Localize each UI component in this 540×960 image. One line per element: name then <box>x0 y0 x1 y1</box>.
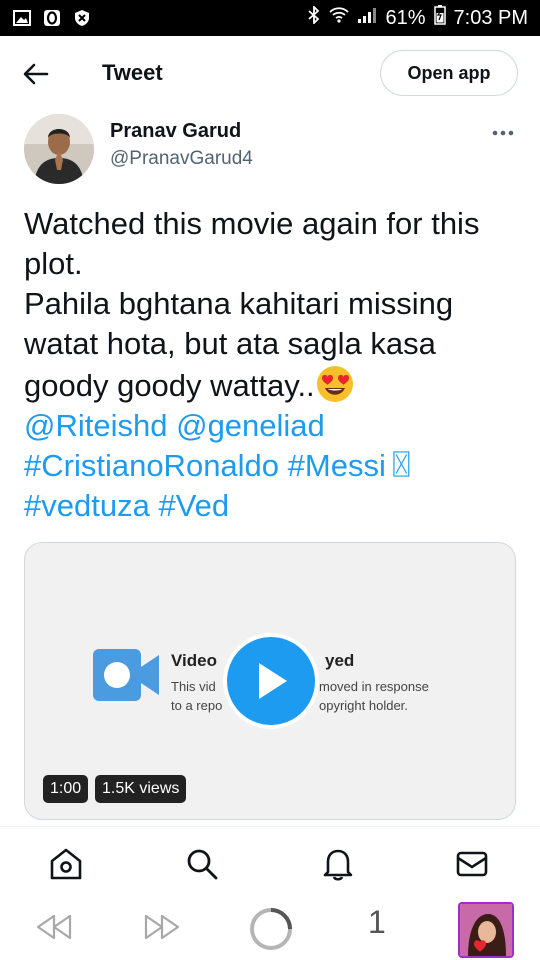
hashtag-cristianoronaldo-link[interactable]: #CristianoRonaldo <box>24 448 279 483</box>
unavailable-line1-b: moved in response <box>319 679 429 694</box>
play-button[interactable] <box>223 633 319 729</box>
tweet-text: Watched this movie again for this plot. … <box>24 204 524 526</box>
image-icon <box>12 9 32 27</box>
unavailable-line1-a: This vid <box>171 679 216 694</box>
battery-icon <box>433 5 446 31</box>
battery-percent: 61% <box>385 6 426 29</box>
hashtag-vedtuza-link[interactable]: #vedtuza <box>24 488 150 523</box>
bluetooth-icon <box>307 4 321 30</box>
page-title: Tweet <box>102 60 163 85</box>
more-options-icon[interactable] <box>492 126 514 138</box>
profile-thumbnail[interactable] <box>458 902 514 958</box>
hashtag-ved-link[interactable]: #Ved <box>158 488 229 523</box>
shield-x-icon <box>72 9 92 27</box>
video-card[interactable]: Video yed This vid moved in response to … <box>24 542 516 820</box>
tweet-header: Tweet Open app <box>0 36 540 112</box>
back-arrow-icon[interactable] <box>22 62 50 86</box>
fast-forward-icon[interactable] <box>142 912 182 947</box>
tab-count[interactable]: 1 <box>368 904 386 941</box>
unavailable-title-a: Video <box>171 651 217 670</box>
tweet-line-2: Pahila bghtana kahitari missing watat ho… <box>24 286 462 403</box>
loading-spinner-icon <box>248 906 294 957</box>
tab-bar <box>0 836 540 892</box>
tweet-line-1: Watched this movie again for this plot. <box>24 206 489 281</box>
author-name[interactable]: Pranav Garud <box>110 120 241 143</box>
browser-bottom-nav: 1 <box>0 898 540 960</box>
play-icon <box>259 663 287 699</box>
wifi-icon <box>329 6 350 30</box>
views-badge: 1.5K views <box>95 775 187 803</box>
divider <box>0 826 540 827</box>
o-icon <box>42 9 62 27</box>
unavailable-line2-a: to a repo <box>171 698 223 713</box>
mention-geneliad-link[interactable]: @geneliad <box>176 408 325 443</box>
signal-icon <box>357 6 377 30</box>
mention-riteishd-link[interactable]: @Riteishd <box>24 408 167 443</box>
messages-icon[interactable] <box>454 846 490 882</box>
search-icon[interactable] <box>184 846 220 882</box>
unavailable-line2-b: opyright holder. <box>319 698 408 713</box>
unavailable-title-b: yed <box>325 651 355 670</box>
clock: 7:03 PM <box>453 6 528 29</box>
duration-badge: 1:00 <box>43 775 89 803</box>
missing-glyph: 〿 <box>385 448 417 483</box>
heart-eyes-emoji-icon <box>315 364 355 404</box>
hashtag-messi-link[interactable]: #Messi <box>288 448 386 483</box>
status-bar: 61% 7:03 PM <box>0 0 540 36</box>
rewind-icon[interactable] <box>34 912 74 947</box>
author-handle[interactable]: @PranavGarud4 <box>110 148 253 170</box>
avatar[interactable] <box>24 114 94 184</box>
video-camera-icon <box>93 649 159 701</box>
home-icon[interactable] <box>48 846 84 882</box>
notifications-icon[interactable] <box>320 846 356 882</box>
open-app-button[interactable]: Open app <box>380 50 518 96</box>
